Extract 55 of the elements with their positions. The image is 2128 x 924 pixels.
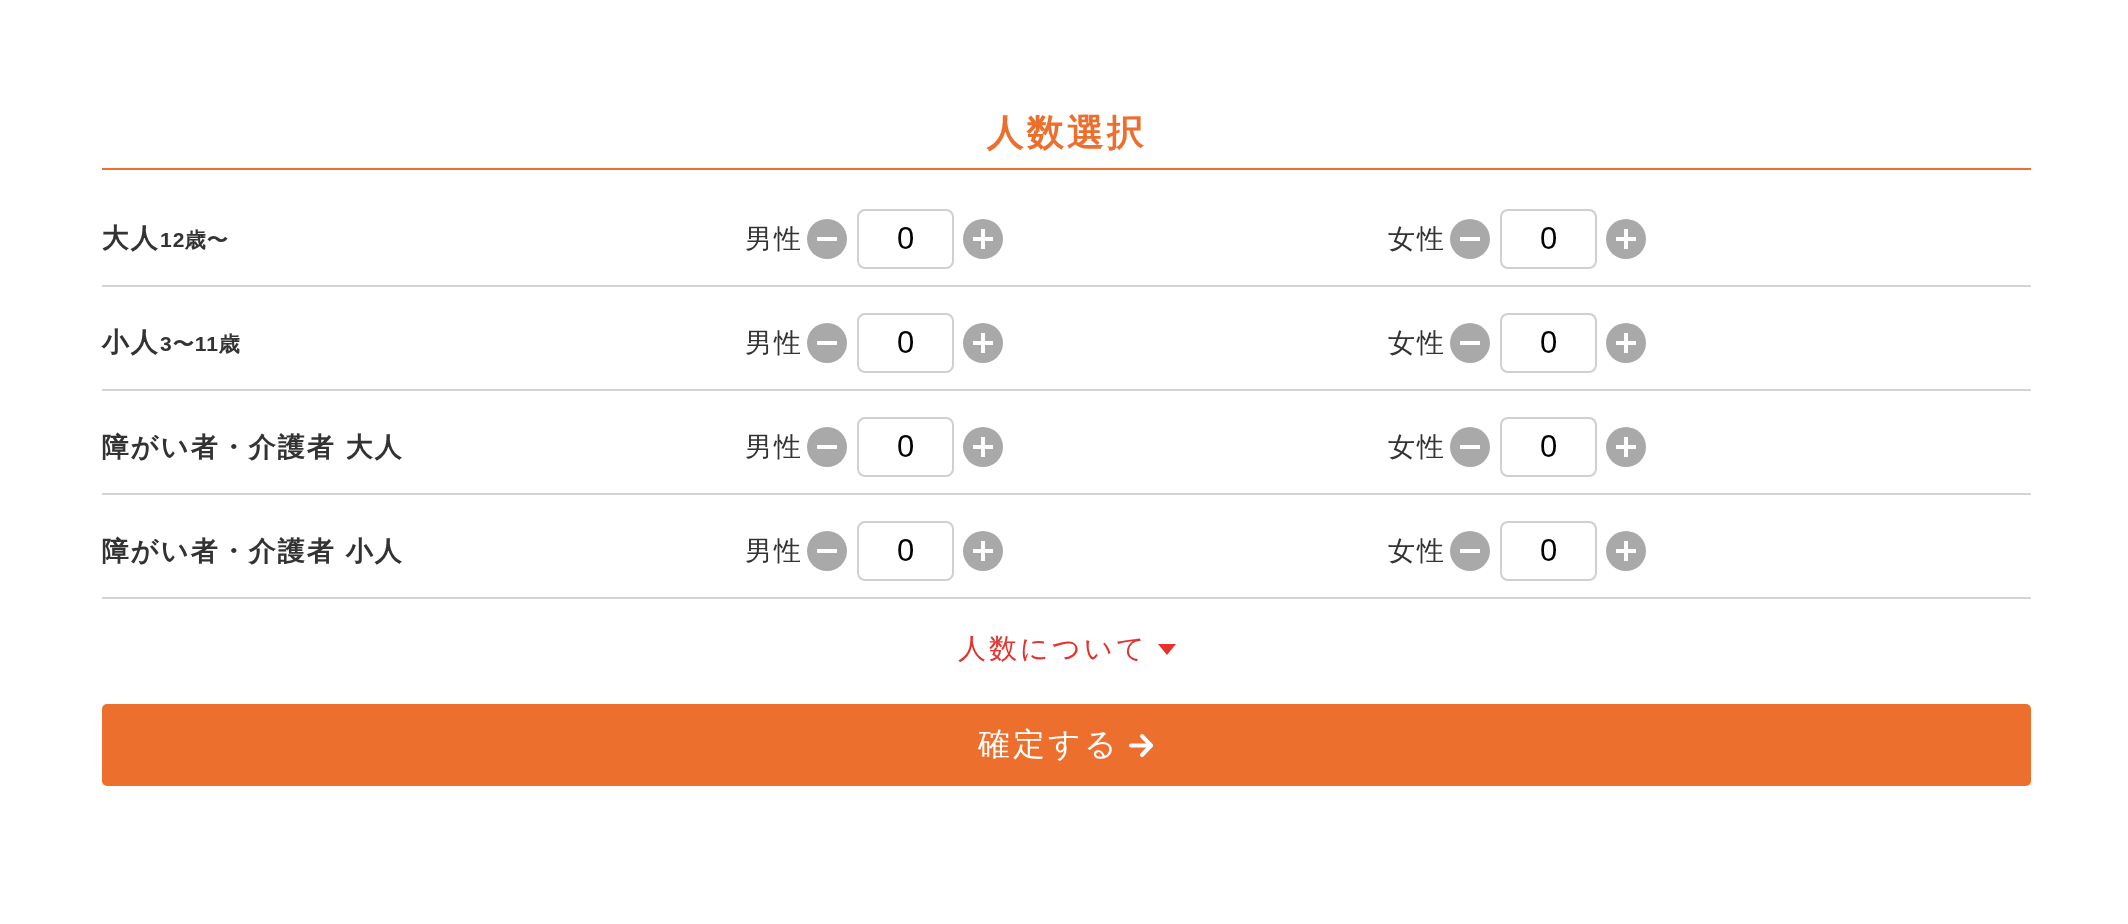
- count-field[interactable]: 0: [857, 313, 954, 373]
- gender-label: 男性: [745, 431, 803, 464]
- decrement-button[interactable]: [807, 323, 847, 363]
- plus-icon: [963, 531, 1003, 571]
- plus-icon: [1606, 531, 1646, 571]
- plus-icon: [963, 427, 1003, 467]
- increment-button[interactable]: [963, 323, 1003, 363]
- plus-icon: [1606, 323, 1646, 363]
- category-label: 障がい者・介護者 大人: [102, 431, 404, 464]
- plus-icon: [1606, 219, 1646, 259]
- minus-icon: [807, 427, 847, 467]
- gender-label: 女性: [1388, 223, 1446, 256]
- decrement-button[interactable]: [1450, 219, 1490, 259]
- gender-label: 男性: [745, 535, 803, 568]
- gender-label: 男性: [745, 223, 803, 256]
- decrement-button[interactable]: [1450, 531, 1490, 571]
- minus-icon: [807, 219, 847, 259]
- increment-button[interactable]: [1606, 323, 1646, 363]
- arrow-right-icon: [1128, 731, 1155, 759]
- decrement-button[interactable]: [807, 219, 847, 259]
- gender-label: 女性: [1388, 535, 1446, 568]
- count-field[interactable]: 0: [857, 521, 954, 581]
- category-label: 小人3〜11歳: [102, 326, 241, 359]
- plus-icon: [963, 219, 1003, 259]
- minus-icon: [807, 531, 847, 571]
- minus-icon: [807, 323, 847, 363]
- minus-icon: [1450, 219, 1490, 259]
- category-label: 障がい者・介護者 小人: [102, 535, 404, 568]
- gender-label: 男性: [745, 327, 803, 360]
- increment-button[interactable]: [963, 219, 1003, 259]
- increment-button[interactable]: [1606, 219, 1646, 259]
- count-field[interactable]: 0: [1500, 521, 1597, 581]
- minus-icon: [1450, 427, 1490, 467]
- count-field[interactable]: 0: [1500, 417, 1597, 477]
- category-label: 大人12歳〜: [102, 222, 230, 255]
- increment-button[interactable]: [963, 531, 1003, 571]
- info-link[interactable]: 人数について: [957, 629, 1176, 669]
- increment-button[interactable]: [1606, 531, 1646, 571]
- count-field[interactable]: 0: [1500, 209, 1597, 269]
- count-field[interactable]: 0: [857, 209, 954, 269]
- count-field[interactable]: 0: [1500, 313, 1597, 373]
- minus-icon: [1450, 531, 1490, 571]
- increment-button[interactable]: [963, 427, 1003, 467]
- section-title: 人数選択: [986, 111, 1147, 155]
- increment-button[interactable]: [1606, 427, 1646, 467]
- gender-label: 女性: [1388, 431, 1446, 464]
- decrement-button[interactable]: [1450, 427, 1490, 467]
- decrement-button[interactable]: [807, 427, 847, 467]
- plus-icon: [963, 323, 1003, 363]
- plus-icon: [1606, 427, 1646, 467]
- count-field[interactable]: 0: [857, 417, 954, 477]
- minus-icon: [1450, 323, 1490, 363]
- decrement-button[interactable]: [807, 531, 847, 571]
- gender-label: 女性: [1388, 327, 1446, 360]
- decrement-button[interactable]: [1450, 323, 1490, 363]
